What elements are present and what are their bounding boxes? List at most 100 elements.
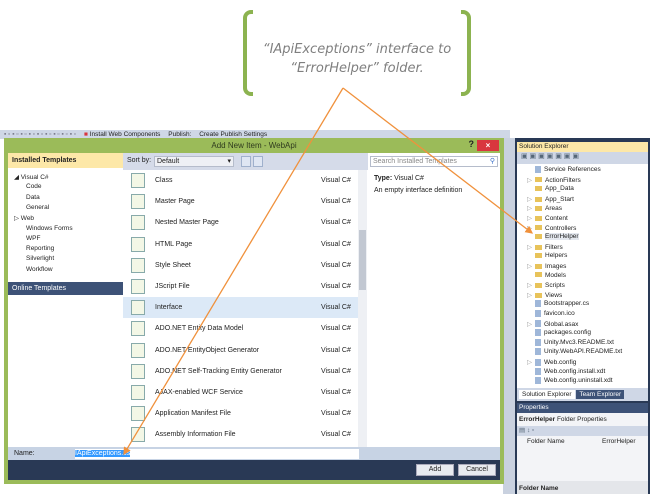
solution-item-label: Models xyxy=(545,271,566,279)
solution-item[interactable]: ▷ Global.asax xyxy=(527,320,578,328)
solution-item[interactable]: Unity.WebAPI.README.txt xyxy=(527,348,623,356)
solution-item[interactable]: App_Data xyxy=(527,185,574,192)
solution-item[interactable]: Bootstrapper.cs xyxy=(527,300,589,308)
template-row[interactable]: Interface Visual C# xyxy=(123,297,358,319)
help-button[interactable]: ? xyxy=(469,139,475,149)
template-row[interactable]: AJAX-enabled WCF Service Visual C# xyxy=(123,382,358,403)
name-row: Name: IApiExceptions.cs xyxy=(8,447,500,460)
expander-icon[interactable]: ▷ xyxy=(527,358,535,366)
template-row[interactable]: Assembly Information File Visual C# xyxy=(123,424,358,445)
solution-item[interactable]: Unity.Mvc3.README.txt xyxy=(527,338,614,346)
scrollbar-thumb[interactable] xyxy=(359,230,366,290)
category-item[interactable]: Silverlight xyxy=(26,255,54,262)
editor-scrollbar[interactable] xyxy=(503,138,515,494)
expander-icon[interactable]: ▷ xyxy=(527,262,535,270)
expander-icon[interactable]: ▷ xyxy=(527,176,535,184)
properties-toolbar[interactable]: ▤ ↕ ▫ xyxy=(517,426,648,436)
solution-item-label: Unity.WebAPI.README.txt xyxy=(544,348,623,356)
template-icon xyxy=(131,427,145,443)
expander-icon[interactable]: ▷ xyxy=(527,320,535,328)
solution-item[interactable]: ▷ Images xyxy=(527,262,566,270)
small-icons-view-button[interactable] xyxy=(241,156,251,167)
solution-item[interactable]: Service References xyxy=(527,166,601,173)
solution-item[interactable]: ErrorHelper xyxy=(527,233,579,241)
expander-icon[interactable]: ▷ xyxy=(527,204,535,212)
install-web-components-button[interactable]: ■ Install Web Components xyxy=(84,131,160,138)
solution-item[interactable]: Models xyxy=(527,272,566,279)
solution-item-label: Scripts xyxy=(545,282,565,290)
cancel-button[interactable]: Cancel xyxy=(458,464,496,476)
search-templates-input[interactable]: Search Installed Templates ⚲ xyxy=(370,156,498,167)
template-row[interactable]: Nested Master Page Visual C# xyxy=(123,212,358,233)
template-row[interactable]: HTML Page Visual C# xyxy=(123,234,358,255)
solution-item[interactable]: ▷ App_Start xyxy=(527,195,574,203)
property-value[interactable]: ErrorHelper xyxy=(602,438,636,445)
explorer-tabs: Solution Explorer Team Explorer xyxy=(517,388,648,401)
template-icon xyxy=(131,194,145,210)
template-row[interactable]: Style Sheet Visual C# xyxy=(123,255,358,276)
template-row[interactable]: Application Manifest File Visual C# xyxy=(123,403,358,424)
template-row[interactable]: Master Page Visual C# xyxy=(123,191,358,212)
expander-icon[interactable]: ▷ xyxy=(527,243,535,251)
template-row[interactable]: Class Visual C# xyxy=(123,170,358,191)
expander-icon[interactable]: ▷ xyxy=(527,291,535,299)
solution-item-label: Global.asax xyxy=(544,320,579,328)
tab-team-explorer[interactable]: Team Explorer xyxy=(576,390,625,399)
expander-icon[interactable]: ▷ xyxy=(527,214,535,222)
template-row[interactable]: ADO.NET EntityObject Generator Visual C# xyxy=(123,340,358,361)
template-icon xyxy=(131,236,145,252)
category-item[interactable]: Workflow xyxy=(26,266,53,273)
solution-item[interactable]: ▷ Filters xyxy=(527,243,563,251)
solution-item[interactable]: favicon.ico xyxy=(527,310,575,317)
category-item[interactable]: ◢ Visual C# xyxy=(14,173,49,181)
solution-item[interactable]: Helpers xyxy=(527,252,567,259)
solution-item[interactable]: ▷ Controllers xyxy=(527,224,576,232)
template-name: HTML Page xyxy=(155,240,193,248)
category-item[interactable]: ▷ Web xyxy=(14,214,34,222)
online-templates-item[interactable]: Online Templates xyxy=(8,282,123,295)
template-row[interactable]: ADO.NET Entity Data Model Visual C# xyxy=(123,318,358,339)
sort-dropdown[interactable]: Default ▾ xyxy=(154,156,234,167)
template-icon xyxy=(131,215,145,231)
add-button[interactable]: Add xyxy=(416,464,454,476)
category-item[interactable]: WPF xyxy=(26,235,40,242)
solution-item[interactable]: ▷ Views xyxy=(527,291,562,299)
template-list-scrollbar[interactable] xyxy=(358,170,367,447)
list-view-button[interactable] xyxy=(253,156,263,167)
solution-item[interactable]: Web.config.install.xdt xyxy=(527,367,606,375)
solution-item[interactable]: ▷ Areas xyxy=(527,204,562,212)
solution-item[interactable]: ▷ ActionFilters xyxy=(527,176,581,184)
publish-settings-dropdown[interactable]: Create Publish Settings xyxy=(199,131,267,138)
category-item[interactable]: General xyxy=(26,204,49,211)
solution-item[interactable]: packages.config xyxy=(527,329,591,336)
template-row[interactable]: ADO.NET Self-Tracking Entity Generator Vi… xyxy=(123,361,358,382)
toolbar-icons[interactable]: ▣ ▣ ▣ ▣ ▣ ▣ ▣ xyxy=(517,153,579,160)
solution-item[interactable]: Web.config.uninstall.xdt xyxy=(527,377,613,384)
solution-item[interactable]: ▷ Content xyxy=(527,214,568,222)
solution-item-label: Web.config.install.xdt xyxy=(544,367,606,375)
category-item[interactable]: Data xyxy=(26,194,40,201)
category-item[interactable]: Code xyxy=(26,183,42,190)
category-item[interactable]: Windows Forms xyxy=(26,225,73,232)
tab-solution-explorer[interactable]: Solution Explorer xyxy=(519,390,575,399)
solution-item[interactable]: ▷ Web.config xyxy=(527,358,576,366)
expander-icon[interactable]: ▷ xyxy=(527,281,535,289)
close-button[interactable]: × xyxy=(477,140,499,151)
solution-item-label: Service References xyxy=(544,166,601,174)
solution-item-label: App_Data xyxy=(545,185,574,193)
dialog-footer: Add Cancel xyxy=(8,460,500,480)
category-item[interactable]: Reporting xyxy=(26,245,54,252)
template-row[interactable]: JScript File Visual C# xyxy=(123,276,358,297)
template-name: ADO.NET Entity Data Model xyxy=(155,325,244,333)
file-icon xyxy=(535,367,541,375)
solution-explorer-toolbar: ▣ ▣ ▣ ▣ ▣ ▣ ▣ xyxy=(517,152,648,164)
solution-item[interactable]: ▷ Scripts xyxy=(527,281,565,289)
file-icon xyxy=(535,377,541,385)
expander-icon[interactable]: ▷ xyxy=(527,195,535,203)
file-icon xyxy=(535,358,541,366)
name-label: Name: xyxy=(14,450,35,457)
template-name: Application Manifest File xyxy=(155,410,231,418)
template-name: ADO.NET Self-Tracking Entity Generator xyxy=(155,367,282,375)
expander-icon[interactable]: ▷ xyxy=(527,224,535,232)
name-input[interactable]: IApiExceptions.cs xyxy=(75,449,359,459)
